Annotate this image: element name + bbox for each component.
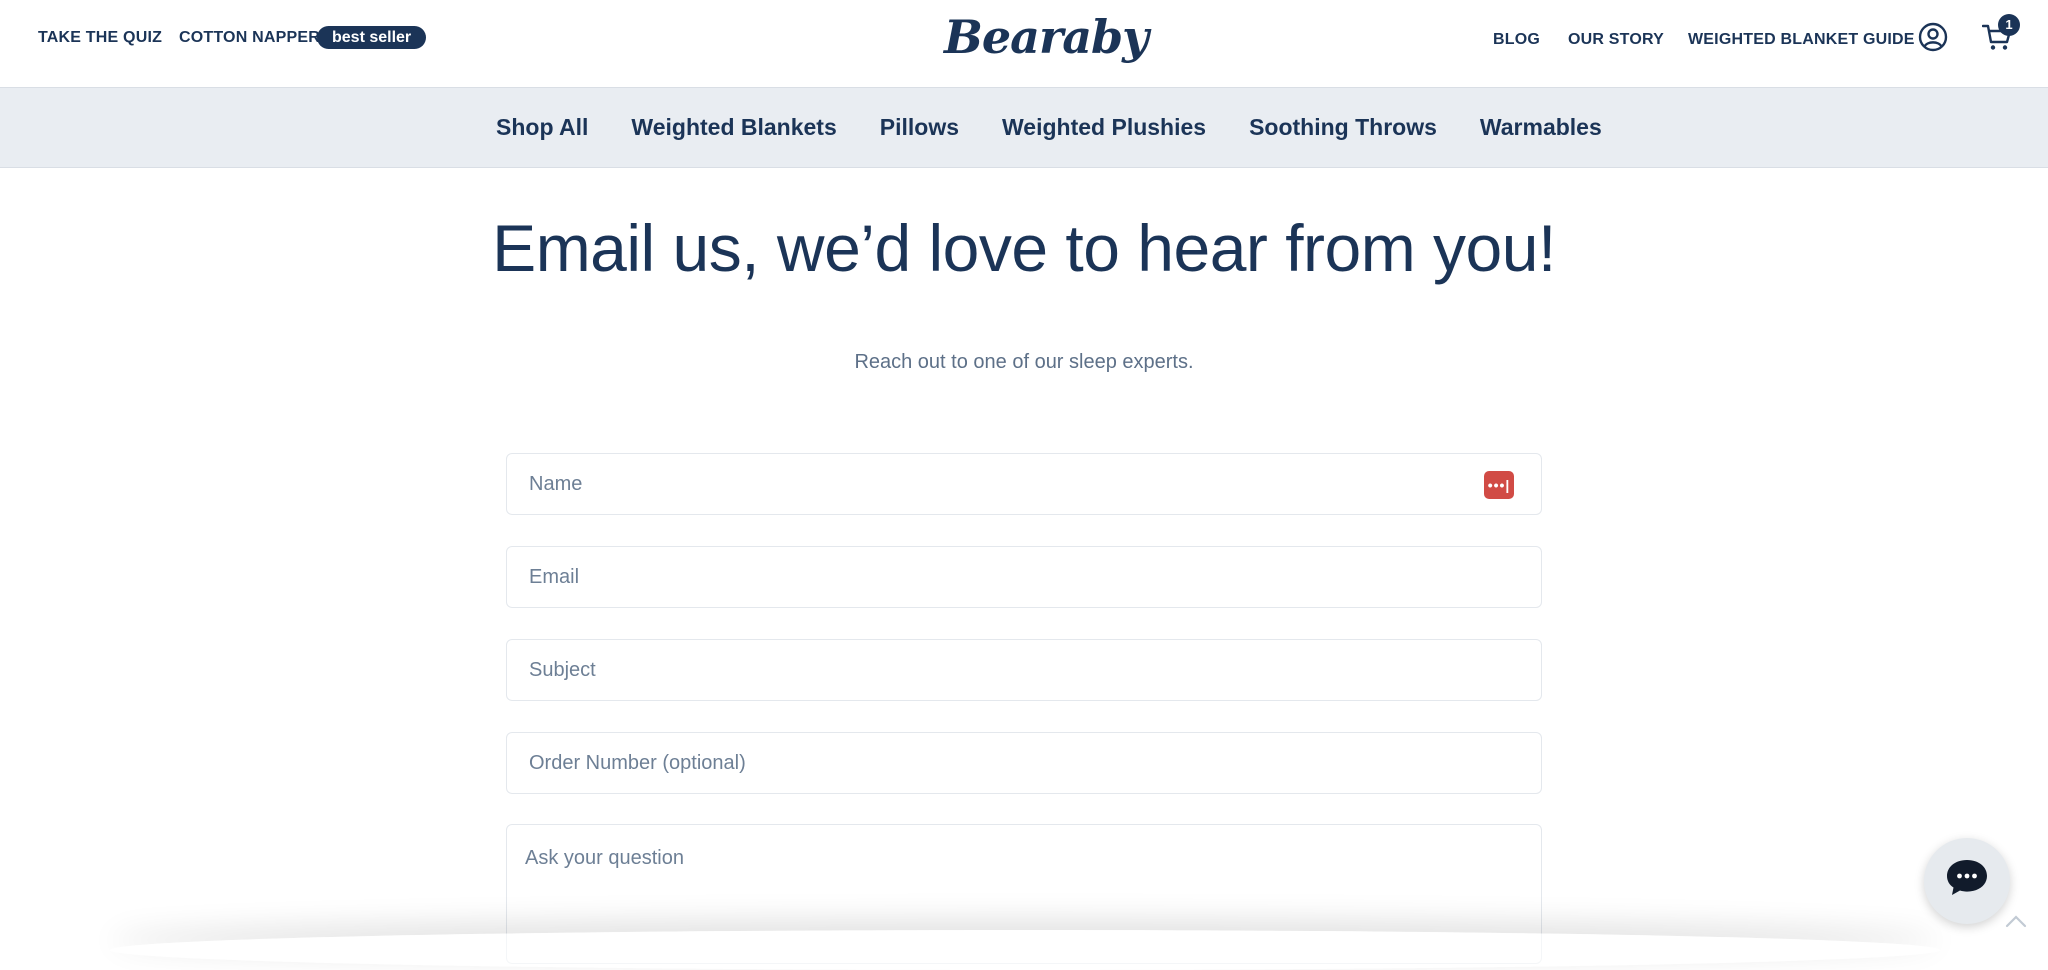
account-icon[interactable] [1918,22,1948,57]
category-soothing-throws[interactable]: Soothing Throws [1249,114,1437,141]
take-the-quiz-link[interactable]: TAKE THE QUIZ [38,29,162,47]
chevron-up-icon[interactable] [2005,914,2027,933]
subject-field[interactable] [506,639,1542,701]
bottom-fade [110,930,1940,970]
category-warmables[interactable]: Warmables [1480,114,1602,141]
category-weighted-plushies[interactable]: Weighted Plushies [1002,114,1206,141]
blog-link[interactable]: BLOG [1493,31,1540,49]
category-nav: Shop All Weighted Blankets Pillows Weigh… [0,87,2048,168]
category-weighted-blankets[interactable]: Weighted Blankets [631,114,836,141]
top-bar: TAKE THE QUIZ COTTON NAPPER best seller … [0,0,2048,87]
email-field[interactable] [506,546,1542,608]
page-title: Email us, we’d love to hear from you! [492,211,1556,285]
order-number-field[interactable] [506,732,1542,794]
our-story-link[interactable]: OUR STORY [1568,31,1664,49]
chat-launcher-button[interactable] [1924,838,2010,924]
best-seller-badge: best seller [317,26,427,49]
page-subtitle: Reach out to one of our sleep experts. [854,351,1194,373]
chat-icon [1947,860,1987,895]
cotton-napper-link[interactable]: COTTON NAPPER [179,29,320,47]
bearaby-logo[interactable]: Bearaby [944,10,1149,64]
password-manager-icon[interactable]: •••| [1484,471,1514,499]
weighted-blanket-guide-link[interactable]: WEIGHTED BLANKET GUIDE [1688,31,1915,49]
cart-count-badge: 1 [1998,14,2020,36]
name-field[interactable] [506,453,1542,515]
category-shop-all[interactable]: Shop All [496,114,588,141]
category-pillows[interactable]: Pillows [880,114,959,141]
